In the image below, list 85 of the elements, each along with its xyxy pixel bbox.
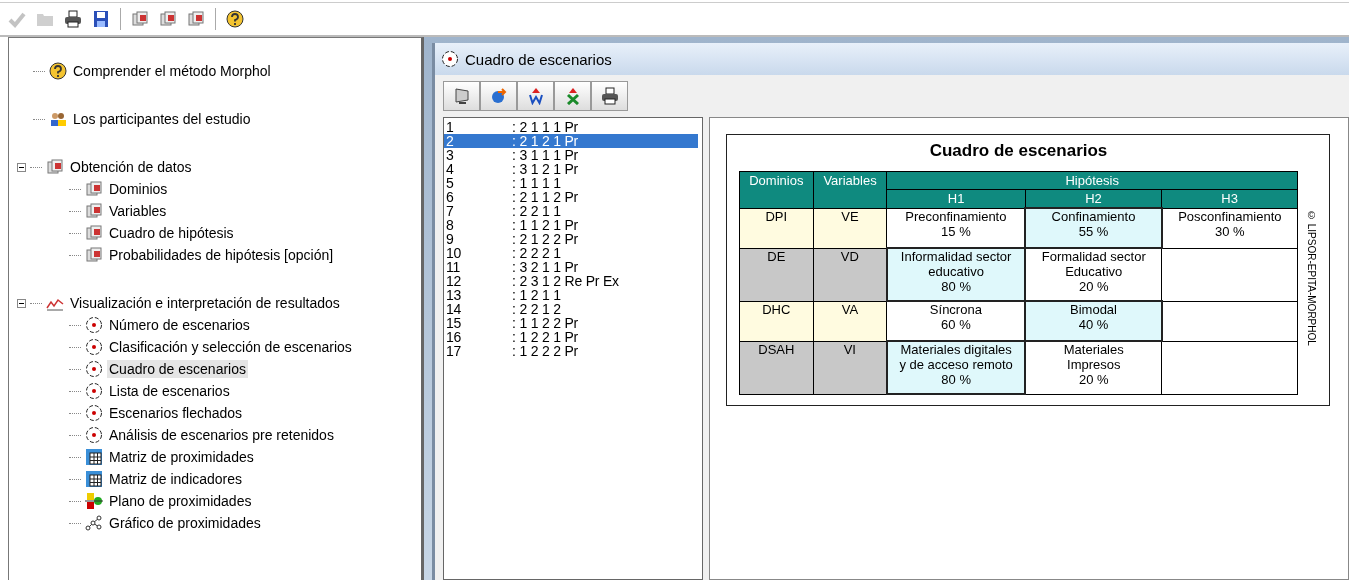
tree-item[interactable]: Visualización e interpretación de resultados xyxy=(68,294,342,312)
target-icon xyxy=(85,404,103,422)
scenario-list-item[interactable]: 10 : 2 2 2 1 xyxy=(444,246,698,260)
table-cell: VI xyxy=(813,341,887,394)
target-icon xyxy=(85,316,103,334)
tree-item[interactable]: Cuadro de escenarios xyxy=(107,360,248,378)
table-cell: DPI xyxy=(739,208,814,248)
tree-item[interactable]: Los participantes del estudio xyxy=(71,110,253,128)
scenario-list-item[interactable]: 17 : 1 2 2 2 Pr xyxy=(444,344,698,358)
table-cell: Materiales Impresos 20 % xyxy=(1025,341,1162,394)
table-cell: Síncrona 60 % xyxy=(886,301,1026,341)
scenario-list-item[interactable]: 14 : 2 2 1 2 xyxy=(444,302,698,316)
tree-item[interactable]: Comprender el método Morphol xyxy=(71,62,273,80)
copyright-text: © LIPSOR-EPITA-MORPHOL xyxy=(1306,210,1317,346)
document-stack-icon xyxy=(85,246,103,264)
tree-item[interactable]: Cuadro de hipótesis xyxy=(107,224,236,242)
scenario-list-item[interactable]: 8 : 1 1 2 1 Pr xyxy=(444,218,698,232)
table-cell: VD xyxy=(813,248,887,301)
scenario-list-item[interactable]: 6 : 2 1 1 2 Pr xyxy=(444,190,698,204)
scenario-list-item[interactable]: 1 : 2 1 1 1 Pr xyxy=(444,120,698,134)
quadrant-icon xyxy=(85,492,103,510)
network-icon xyxy=(85,514,103,532)
tree-item[interactable]: Análisis de escenarios pre retenidos xyxy=(107,426,336,444)
printer-icon xyxy=(600,87,619,105)
table-cell: Confinamiento 55 % xyxy=(1025,208,1162,248)
scenario-list-item[interactable]: 12 : 2 3 1 2 Re Pr Ex xyxy=(444,274,698,288)
column-header: Dominios xyxy=(739,171,814,208)
scenario-list-item[interactable]: 5 : 1 1 1 1 xyxy=(444,176,698,190)
target-icon xyxy=(85,338,103,356)
table-cell: Preconfinamiento 15 % xyxy=(886,208,1026,248)
collapse-toggle[interactable] xyxy=(17,162,26,172)
tree-item[interactable]: Matriz de proximidades xyxy=(107,448,256,466)
scenario-list-item[interactable]: 11 : 3 2 1 1 Pr xyxy=(444,260,698,274)
window-title: Cuadro de escenarios xyxy=(465,50,612,68)
tree-item[interactable]: Variables xyxy=(107,202,169,220)
scenario-list-item[interactable]: 9 : 2 1 2 2 Pr xyxy=(444,232,698,246)
tree-item[interactable]: Escenarios flechados xyxy=(107,404,245,422)
table-cell: DHC xyxy=(739,301,814,341)
people-icon xyxy=(49,110,67,128)
scenario-list-item[interactable]: 4 : 3 1 2 1 Pr xyxy=(444,162,698,176)
help-icon xyxy=(49,62,67,80)
table-cell: Bimodal 40 % xyxy=(1025,301,1162,341)
tree-item[interactable]: Probabilidades de hipótesis [opción] xyxy=(107,246,336,264)
collapse-toggle[interactable] xyxy=(17,298,26,308)
tree-item[interactable]: Obtención de datos xyxy=(68,158,194,176)
scenario-list-item[interactable]: 15 : 1 1 2 2 Pr xyxy=(444,316,698,330)
target-icon xyxy=(85,360,103,378)
table-title: Cuadro de escenarios xyxy=(929,141,1108,161)
tree-item[interactable]: Lista de escenarios xyxy=(107,382,232,400)
scenario-list-item[interactable]: 2 : 2 1 2 1 Pr xyxy=(444,134,698,148)
table-cell: DE xyxy=(739,248,814,301)
grid-icon xyxy=(85,470,103,488)
grid-icon xyxy=(85,448,103,466)
tree-item[interactable]: Matriz de indicadores xyxy=(107,470,245,488)
column-header: Variables xyxy=(813,171,887,208)
document-stack-icon xyxy=(85,180,103,198)
tree-item[interactable]: Plano de proximidades xyxy=(107,492,254,510)
monitor-icon xyxy=(452,87,471,105)
toolbar-button[interactable] xyxy=(443,81,480,111)
tree-item[interactable]: Clasificación y selección de escenarios xyxy=(107,338,354,356)
document-stack-icon xyxy=(46,158,64,176)
table-cell: Informalidad sector educativo 80 % xyxy=(886,248,1026,301)
globe-arrow-icon xyxy=(489,87,508,105)
tree-item[interactable]: Número de escenarios xyxy=(107,316,252,334)
target-icon xyxy=(441,50,459,68)
table-cell: Formalidad sector Educativo 20 % xyxy=(1025,248,1162,301)
scenario-list-item[interactable]: 16 : 1 2 2 1 Pr xyxy=(444,330,698,344)
word-export-icon xyxy=(526,87,545,105)
toolbar-button[interactable] xyxy=(591,81,628,111)
table-cell: VE xyxy=(813,208,887,248)
column-header: Hipótesis xyxy=(886,171,1298,190)
scenario-list-item[interactable]: 7 : 2 2 1 1 xyxy=(444,204,698,218)
table-cell: Posconfinamiento 30 % xyxy=(1161,208,1298,248)
tree-item[interactable]: Dominios xyxy=(107,180,170,198)
scenario-list-item[interactable]: 3 : 3 1 1 1 Pr xyxy=(444,148,698,162)
toolbar-button[interactable] xyxy=(517,81,554,111)
scenario-list-item[interactable]: 13 : 1 2 1 1 xyxy=(444,288,698,302)
tree-item[interactable]: Gráfico de proximidades xyxy=(107,514,263,532)
document-stack-icon xyxy=(85,202,103,220)
target-icon xyxy=(85,426,103,444)
target-icon xyxy=(85,382,103,400)
table-cell: VA xyxy=(813,301,887,341)
table-cell: Materiales digitales y de acceso remoto 80 % xyxy=(886,341,1026,394)
table-cell: DSAH xyxy=(739,341,814,394)
document-stack-icon xyxy=(85,224,103,242)
